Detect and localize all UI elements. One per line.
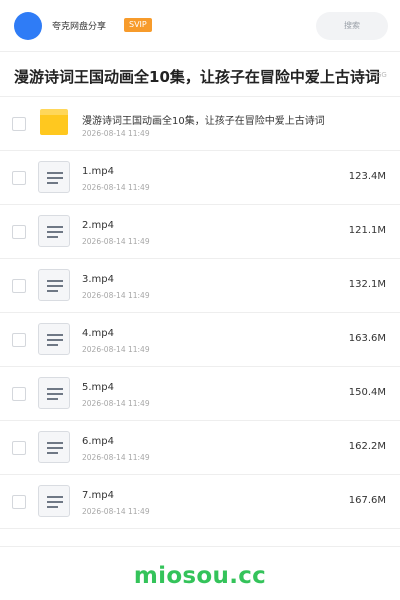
- item-date: 2026-08-14 11:49: [82, 345, 150, 354]
- file-icon: [38, 377, 70, 409]
- checkbox[interactable]: [12, 225, 26, 239]
- bottom-divider: [0, 546, 400, 547]
- checkbox[interactable]: [12, 441, 26, 455]
- page-title: 漫游诗词王国动画全10集，让孩子在冒险中爱上古诗词: [14, 68, 380, 86]
- share-name: 夸克网盘分享: [52, 22, 107, 32]
- header: 夸克网盘分享 SVIP 搜索: [0, 0, 400, 52]
- item-name: 6.mp4: [82, 436, 114, 447]
- list-item[interactable]: 7.mp4 2026-08-14 11:49 167.6M: [0, 475, 400, 529]
- list-item[interactable]: 4.mp4 2026-08-14 11:49 163.6M: [0, 313, 400, 367]
- list-item[interactable]: 5.mp4 2026-08-14 11:49 150.4M: [0, 367, 400, 421]
- item-name: 4.mp4: [82, 328, 114, 339]
- item-date: 2026-08-14 11:49: [82, 453, 150, 462]
- checkbox[interactable]: [12, 333, 26, 347]
- file-icon: [38, 485, 70, 517]
- item-size: 167.6M: [348, 495, 386, 506]
- item-date: 2026-08-14 11:49: [82, 237, 150, 246]
- checkbox[interactable]: [12, 495, 26, 509]
- file-icon: [38, 161, 70, 193]
- item-size: 123.4M: [348, 171, 386, 182]
- item-name: 5.mp4: [82, 382, 114, 393]
- file-icon: [38, 323, 70, 355]
- item-size: 162.2M: [348, 441, 386, 452]
- list-item[interactable]: 2.mp4 2026-08-14 11:49 121.1M: [0, 205, 400, 259]
- item-date: 2026-08-14 11:49: [82, 129, 150, 138]
- checkbox[interactable]: [12, 387, 26, 401]
- file-icon: [38, 215, 70, 247]
- item-name: 漫游诗词王国动画全10集，让孩子在冒险中爱上古诗词: [82, 116, 325, 127]
- checkbox[interactable]: [12, 117, 26, 131]
- item-name: 2.mp4: [82, 220, 114, 231]
- item-date: 2026-08-14 11:49: [82, 507, 150, 516]
- checkbox[interactable]: [12, 279, 26, 293]
- list-item[interactable]: 6.mp4 2026-08-14 11:49 162.2M: [0, 421, 400, 475]
- list-item[interactable]: 3.mp4 2026-08-14 11:49 132.1M: [0, 259, 400, 313]
- list-item[interactable]: 1.mp4 2026-08-14 11:49 123.4M: [0, 151, 400, 205]
- item-name: 7.mp4: [82, 490, 114, 501]
- item-name: 3.mp4: [82, 274, 114, 285]
- item-size: 132.1M: [348, 279, 386, 290]
- file-icon: [38, 269, 70, 301]
- item-size: 150.4M: [348, 387, 386, 398]
- footer-brand-logo: miosou.cc: [133, 563, 267, 589]
- item-size: 163.6M: [348, 333, 386, 344]
- item-date: 2026-08-14 11:49: [82, 183, 150, 192]
- folder-icon: [40, 109, 68, 135]
- item-name: 1.mp4: [82, 166, 114, 177]
- checkbox[interactable]: [12, 171, 26, 185]
- title-overflow-tail: GG: [376, 71, 387, 79]
- item-date: 2026-08-14 11:49: [82, 291, 150, 300]
- item-size: 121.1M: [348, 225, 386, 236]
- avatar[interactable]: [14, 12, 42, 40]
- list-item-folder[interactable]: 漫游诗词王国动画全10集，让孩子在冒险中爱上古诗词 2026-08-14 11:…: [0, 97, 400, 151]
- search-input[interactable]: 搜索: [316, 12, 388, 40]
- svip-badge: SVIP: [124, 18, 152, 32]
- item-date: 2026-08-14 11:49: [82, 399, 150, 408]
- file-icon: [38, 431, 70, 463]
